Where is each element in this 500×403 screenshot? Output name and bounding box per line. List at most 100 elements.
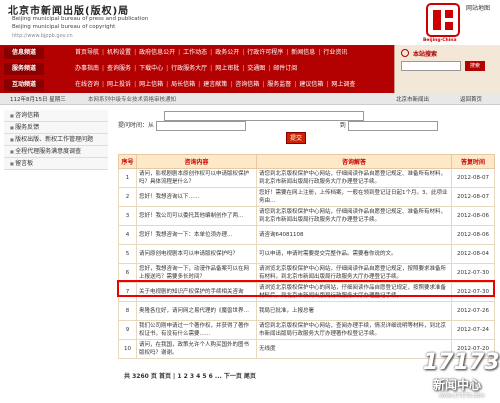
table-row[interactable]: 1 请问，影视剧剧本原创作权可以申请版权保护吗？具体流程是什么？ 请您到北京版权保护… [118,168,495,188]
question-link[interactable]: 请问，影视剧剧本原创作权可以申请版权保护吗？具体流程是什么？ [136,168,257,188]
row-number: 3 [118,206,137,226]
sidebar-item-guestbook[interactable]: 留言板 [4,158,108,170]
nav-link[interactable]: 新闻信息 [288,47,318,59]
watermark-url: www.17173.com [439,393,485,399]
sidebar-item-copyright[interactable]: 版权出版、新权工作管理问题 [4,134,108,146]
nav-link[interactable]: 政务公开 [212,47,242,59]
scrolling-notice[interactable]: 本网系列中级专业技术资格审核通知 [88,95,176,103]
col-header-answer: 咨询解答 [256,154,452,169]
question-link[interactable]: 您好！我想咨询一下：本单位须办理… [136,225,257,245]
answer-text: 请您到北京版权保护中心网站，仔细阅读作品自愿登记规定、准备所有材料，到北京市新闻… [256,168,452,188]
nav-items-interactive: 在线咨询 | 网上投诉 | 网上信箱 | 局长信箱 | 建言献策 | 咨询信箱 | 服务监督 | 建议信箱 |… [72,79,358,91]
table-row[interactable]: 3 您好！我公司可以委托其他编制创作了两… 请您到北京版权保护中心网站，仔细阅读作品… [118,206,495,226]
table-row[interactable]: 4 您好！我想咨询一下：本单位须办理… 请咨询64081108 2012-08-06 [118,225,495,245]
nav-link[interactable]: 行政服务大厅 [168,63,210,75]
nav-link[interactable]: 邮件订阅 [270,63,300,75]
site-name-en-1: Beijing municipal bureau of press and pu… [12,16,149,22]
reply-date: 2012-08-06 [451,206,495,226]
question-link[interactable]: 关于电视剧的知识产权保护的手续相关咨询 [136,282,257,302]
col-header-no: 序号 [118,154,137,169]
nav-category-info[interactable]: 信息频道 [4,47,44,59]
reply-date: 2012-07-30 [451,282,495,302]
site-search-panel: 本站搜索 搜索 [394,45,500,93]
row-number: 1 [118,168,137,188]
nav-link[interactable]: 服务监督 [264,79,294,91]
table-row[interactable]: 2 您好！我想咨询以下…… 您好！需要在网上注册，上传档案，一般在领到登记证日起1个… [118,187,495,207]
nav-category-interactive[interactable]: 互动频道 [4,79,44,91]
table-row[interactable]: 9 我们公司刚申请过一个著作权，并获得了著作权证书，有没有什么需要…… 请您到北京版… [118,320,495,340]
nav-link[interactable]: 网上信箱 [136,79,166,91]
row-number: 7 [118,282,137,302]
row-number: 8 [118,301,137,321]
question-link[interactable]: 请问，在我国，政策允许个人购买国外的图书版权吗？谢谢。 [136,339,257,359]
nav-link[interactable]: 办事指南 [72,63,102,75]
row-number: 2 [118,187,137,207]
answer-text: 请您到北京版权保护中心网站，查阅办理手续，情况详细说明等材料，到北京市新闻出版局… [256,320,452,340]
nav-link[interactable]: 机构设置 [104,47,134,59]
nav-link[interactable]: 网上投诉 [104,79,134,91]
site-header: 北京市新闻出版(版权)局 Beijing municipal bureau of… [0,0,500,47]
site-name-en-2: Beijing municipal bureau of copyright [12,24,116,30]
nav-link[interactable]: 行政许可程序 [244,47,286,59]
table-row[interactable]: 6 您好，我想咨询一下，动漫作品备案可以在网上报送吗？需要多长时间？ 请浏览北京版权… [118,263,495,283]
row-number: 6 [118,263,137,283]
nav-link[interactable]: 咨询信箱 [232,79,262,91]
reply-date: 2012-08-07 [451,168,495,188]
date-to-label: 到 [339,122,346,129]
nav-category-service[interactable]: 服务频道 [4,63,44,75]
nav-link[interactable]: 查询服务 [104,63,134,75]
keyword-field[interactable] [164,110,364,121]
reply-date: 2012-07-26 [451,301,495,321]
search-label: 本站搜索 [413,51,438,58]
logo-caption: Beijing·China [423,38,457,43]
question-link[interactable]: 奥隆各位好，请问网之易代理的《魔兽世界… [136,301,257,321]
nav-link[interactable]: 建议信箱 [296,79,326,91]
table-row[interactable]: 5 请问原创电视剧本可以申请版权保护吗？ 可以申请，申请时需要提交完整作品。需要看你… [118,244,495,264]
question-link[interactable]: 您好！我公司可以委托其他编制创作了两… [136,206,257,226]
search-icon [401,49,409,57]
nav-link[interactable]: 工作动态 [180,47,210,59]
table-body: 1 请问，影视剧剧本原创作权可以申请版权保护吗？具体流程是什么？ 请您到北京版权保护… [118,168,495,359]
search-button[interactable]: 搜索 [465,61,485,71]
reply-date: 2012-08-04 [451,244,495,264]
question-link[interactable]: 请问原创电视剧本可以申请版权保护吗？ [136,244,257,264]
nav-link[interactable]: 网上调查 [328,79,358,91]
nav-link[interactable]: 行业资讯 [320,47,350,59]
nav-items-service: 办事指南 | 查询服务 | 下载中心 | 行政服务大厅 | 网上审批 | 交通图 | 邮件订阅 [72,63,300,75]
submit-button[interactable]: 提交 [286,132,306,144]
question-link[interactable]: 您好，我想咨询一下，动漫作品备案可以在网上报送吗？需要多长时间？ [136,263,257,283]
site-name: 北京市新闻出版(版权)局 [8,6,130,17]
question-link[interactable]: 您好！我想咨询以下…… [136,187,257,207]
table-row[interactable]: 7 关于电视剧的知识产权保护的手续相关咨询 请浏览北京版权保护中心的网站，仔细阅读作… [118,282,495,302]
consult-table: 序号 咨询内容 咨询解答 答复时间 1 请问，影视剧剧本原创作权可以申请版权保护吗… [118,154,495,359]
sitemap-link[interactable]: 网站地图 [466,3,490,12]
table-row[interactable]: 8 奥隆各位好，请问网之易代理的《魔兽世界… 我局已批准，上报总署 2012-07-2… [118,301,495,321]
nav-link[interactable]: 下载中心 [136,63,166,75]
back-home-link[interactable]: 返回首页 [460,95,482,103]
answer-text: 您好！需要在网上注册，上传档案，一般在领到登记证日起1个月。3、此项业务由… [256,187,452,207]
nav-link[interactable]: 交通图 [244,63,268,75]
table-header-row: 序号 咨询内容 咨询解答 答复时间 [118,154,495,169]
nav-link[interactable]: 在线咨询 [72,79,102,91]
answer-text: 请咨询64081108 [256,225,452,245]
nav-link[interactable]: 首页导航 [72,47,102,59]
sidebar-item-feedback[interactable]: 服务反馈 [4,122,108,134]
answer-text: 请浏览北京版权保护中心的网站，仔细阅读作品自愿登记规定，按照要求准备材料后，到北… [256,282,452,302]
nav-link[interactable]: 网上审批 [212,63,242,75]
row-number: 9 [118,320,137,340]
reply-date: 2012-08-06 [451,225,495,245]
row-number: 10 [118,339,137,359]
question-link[interactable]: 我们公司刚申请过一个著作权，并获得了著作权证书，有没有什么需要…… [136,320,257,340]
nav-link[interactable]: 建言献策 [200,79,230,91]
pagination[interactable]: 共 3260 页 首页 | 1 2 3 4 5 6 ... 下一页 尾页 [124,371,256,380]
row-number: 5 [118,244,137,264]
search-input[interactable] [401,61,461,71]
date-to-field[interactable] [347,120,438,131]
sidebar-item-consult[interactable]: 咨询信箱 [4,110,108,122]
nav-link[interactable]: 局长信箱 [168,79,198,91]
page: 北京市新闻出版(版权)局 Beijing municipal bureau of… [0,0,500,403]
date-from-label: 提问时间：从 [118,122,155,129]
nav-link[interactable]: 政府信息公开 [136,47,178,59]
date-from-field[interactable] [155,120,246,131]
sidebar-item-survey[interactable]: 全程代理服务满意度调查 [4,146,108,158]
